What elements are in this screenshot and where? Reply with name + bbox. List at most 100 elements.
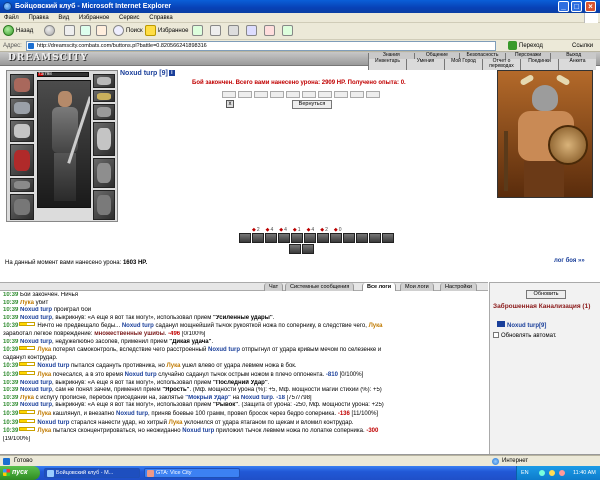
nav-skills[interactable]: Умения <box>406 58 444 70</box>
forward-button[interactable] <box>44 25 57 38</box>
technique-slot[interactable] <box>252 233 264 243</box>
messenger-button[interactable] <box>282 25 295 38</box>
technique-slot[interactable] <box>239 233 251 243</box>
auto-refresh-checkbox[interactable] <box>493 332 499 338</box>
refresh-button[interactable] <box>80 25 93 38</box>
helmet-slot[interactable] <box>10 74 34 96</box>
start-button[interactable]: пуск <box>0 466 40 480</box>
go-button[interactable]: Переход <box>508 41 543 51</box>
belt-slot[interactable] <box>10 178 34 192</box>
nav-inventory[interactable]: Инвентарь <box>368 58 406 70</box>
player-link[interactable]: Noxud turp <box>241 395 273 401</box>
auto-refresh-option[interactable]: Обновлять автомат. <box>493 332 557 339</box>
online-user[interactable]: Noxud turp[9] <box>497 321 546 329</box>
close-button[interactable]: × <box>585 1 596 12</box>
player-link[interactable]: Лука <box>369 323 383 329</box>
task-game[interactable]: GTA: Vice City <box>144 468 240 478</box>
minimize-button[interactable]: _ <box>558 1 569 12</box>
action-cell[interactable] <box>350 91 364 98</box>
maximize-button[interactable]: □ <box>571 1 582 12</box>
technique-slot[interactable] <box>289 244 301 254</box>
favorites-button[interactable]: Избранное <box>145 25 188 38</box>
nav-my-city[interactable]: Мой Город <box>444 58 482 70</box>
mail-button[interactable] <box>210 25 223 38</box>
stop-button[interactable] <box>64 25 77 38</box>
ring-slot-1[interactable] <box>93 90 115 102</box>
menu-favorites[interactable]: Избранное <box>75 13 113 23</box>
tab-my-logs[interactable]: Мои логи <box>400 283 434 291</box>
menu-view[interactable]: Вид <box>54 13 73 23</box>
discuss-button[interactable] <box>264 25 277 38</box>
player-link[interactable]: Noxud turp <box>37 420 69 426</box>
leggings-slot[interactable] <box>93 190 115 220</box>
return-button[interactable]: Вернуться <box>292 100 332 109</box>
technique-slot[interactable] <box>317 233 329 243</box>
action-cell[interactable] <box>318 91 332 98</box>
technique-slot[interactable] <box>330 233 342 243</box>
player-link[interactable]: Noxud turp <box>37 363 69 369</box>
earrings-slot[interactable] <box>10 98 34 118</box>
technique-slot[interactable] <box>278 233 290 243</box>
player-link[interactable]: Noxud turp <box>20 380 52 386</box>
action-cell[interactable] <box>302 91 316 98</box>
player-link[interactable]: Лука <box>37 347 51 353</box>
player-name[interactable]: Noxud turp [9] i <box>120 70 175 77</box>
player-link[interactable]: Noxud turp <box>182 428 214 434</box>
player-link[interactable]: Лука <box>37 428 51 434</box>
player-link[interactable]: Noxud turp <box>208 347 240 353</box>
technique-slot[interactable] <box>343 233 355 243</box>
player-link[interactable]: Лука <box>37 411 51 417</box>
boots-slot[interactable] <box>10 194 34 220</box>
nav-transfers[interactable]: Отчет о переводах <box>482 58 520 70</box>
action-cell[interactable] <box>286 91 300 98</box>
nav-battles[interactable]: Поединки <box>520 58 558 70</box>
player-link[interactable]: Noxud turp <box>20 315 52 321</box>
print-button[interactable] <box>228 25 241 38</box>
player-link[interactable]: Noxud turp <box>122 323 154 329</box>
tab-settings[interactable]: Настройки <box>440 283 477 291</box>
home-button[interactable] <box>96 25 109 38</box>
close-battle-button[interactable]: x <box>226 100 234 108</box>
shield-slot[interactable] <box>93 158 115 188</box>
technique-slot[interactable] <box>356 233 368 243</box>
technique-slot[interactable] <box>265 233 277 243</box>
menu-edit[interactable]: Правка <box>24 13 52 23</box>
back-button[interactable]: Назад <box>3 25 33 38</box>
action-cell[interactable] <box>334 91 348 98</box>
player-link[interactable]: Noxud turp <box>20 387 52 393</box>
action-cell[interactable] <box>270 91 284 98</box>
player-link[interactable]: Noxud turp <box>125 372 157 378</box>
amulet-slot[interactable] <box>93 74 115 88</box>
player-link[interactable]: Лука <box>37 372 51 378</box>
history-button[interactable] <box>192 25 205 38</box>
technique-slot[interactable] <box>369 233 381 243</box>
tab-chat[interactable]: Чат <box>264 283 284 291</box>
technique-slot[interactable] <box>382 233 394 243</box>
player-link[interactable]: Лука <box>20 300 34 306</box>
edit-button[interactable] <box>246 25 259 38</box>
address-input[interactable] <box>26 41 496 51</box>
refresh-button[interactable]: Обновить <box>526 290 566 299</box>
technique-slot[interactable] <box>291 233 303 243</box>
weapon-slot-right[interactable] <box>93 122 115 156</box>
tray-volume-icon[interactable] <box>549 470 555 476</box>
player-link[interactable]: Лука <box>169 420 183 426</box>
tray-app-icon[interactable] <box>559 470 565 476</box>
tab-all-logs[interactable]: Все логи <box>362 283 397 291</box>
action-cell[interactable] <box>238 91 252 98</box>
player-link[interactable]: Noxud turp <box>20 402 52 408</box>
technique-slot[interactable] <box>302 244 314 254</box>
action-cell[interactable] <box>222 91 236 98</box>
player-link[interactable]: Noxud turp <box>20 339 52 345</box>
links-label[interactable]: Ссылки <box>572 40 593 52</box>
gloves-slot[interactable] <box>93 104 115 120</box>
nav-profile[interactable]: Анкета <box>558 58 596 70</box>
tab-system-messages[interactable]: Системные сообщения <box>285 283 355 291</box>
player-link[interactable]: Noxud turp <box>116 411 148 417</box>
language-indicator[interactable]: EN <box>521 466 529 480</box>
action-cell[interactable] <box>366 91 380 98</box>
player-link[interactable]: Лука <box>167 363 181 369</box>
private-message-icon[interactable] <box>497 321 505 327</box>
weapon-slot-left[interactable] <box>10 120 34 142</box>
menu-help[interactable]: Справка <box>145 13 177 23</box>
